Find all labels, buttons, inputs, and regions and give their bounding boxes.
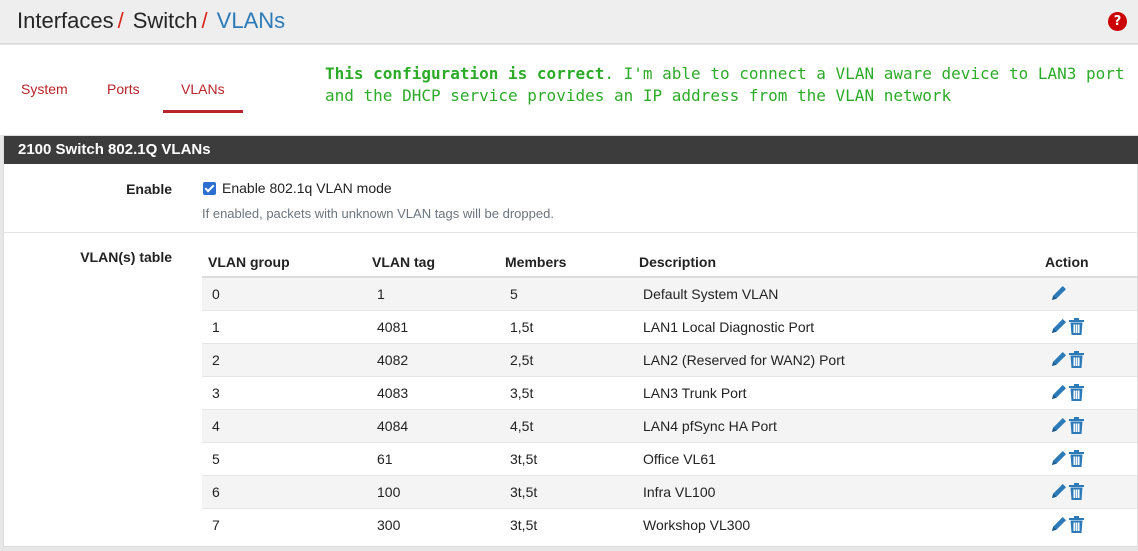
pencil-icon[interactable] (1050, 284, 1067, 303)
cell-description: LAN3 Trunk Port (643, 385, 747, 401)
table-row: 1 4081 1,5t LAN1 Local Diagnostic Port (202, 311, 1137, 344)
row-actions (1050, 416, 1085, 435)
cell-members: 4,5t (510, 418, 534, 434)
breadcrumb-separator: / (117, 8, 124, 33)
pencil-icon[interactable] (1050, 350, 1067, 369)
enable-vlan-checkbox[interactable] (203, 182, 216, 195)
tab-area: System Ports VLANs This configuration is… (0, 45, 1138, 135)
cell-vlan-tag: 4084 (377, 418, 409, 434)
cell-description: LAN2 (Reserved for WAN2) Port (643, 352, 845, 368)
header-description: Description (639, 254, 717, 270)
header-members: Members (505, 254, 567, 270)
table-header: VLAN group VLAN tag Members Description … (202, 243, 1137, 278)
row-actions (1050, 317, 1085, 336)
breadcrumb-switch[interactable]: Switch (133, 8, 198, 33)
header-vlan-tag: VLAN tag (372, 254, 435, 270)
row-actions (1050, 284, 1067, 303)
top-bar: Interfaces / Switch / VLANs ? (0, 0, 1138, 44)
breadcrumb-interfaces[interactable]: Interfaces (17, 8, 114, 33)
cell-description: Workshop VL300 (643, 517, 751, 533)
pencil-icon[interactable] (1050, 416, 1067, 435)
pencil-icon[interactable] (1050, 515, 1067, 534)
active-tab-indicator (163, 110, 243, 113)
vlan-table-label: VLAN(s) table (80, 249, 172, 265)
cell-members: 1,5t (510, 319, 534, 335)
trash-icon[interactable] (1068, 416, 1085, 435)
enable-vlan-checkbox-label[interactable]: Enable 802.1q VLAN mode (222, 180, 392, 196)
row-actions (1050, 449, 1085, 468)
tab-ports[interactable]: Ports (107, 81, 140, 97)
cell-vlan-tag: 4081 (377, 319, 409, 335)
cell-vlan-group: 3 (212, 385, 220, 401)
row-actions (1050, 515, 1085, 534)
trash-icon[interactable] (1068, 383, 1085, 402)
row-actions (1050, 383, 1085, 402)
vlan-panel: 2100 Switch 802.1Q VLANs Enable Enable 8… (3, 135, 1138, 547)
table-row: 3 4083 3,5t LAN3 Trunk Port (202, 377, 1137, 410)
cell-members: 5 (510, 286, 518, 302)
enable-vlan-hint: If enabled, packets with unknown VLAN ta… (202, 206, 554, 221)
pencil-icon[interactable] (1050, 482, 1067, 501)
cell-members: 3t,5t (510, 451, 538, 467)
table-row: 6 100 3t,5t Infra VL100 (202, 476, 1137, 509)
cell-vlan-group: 0 (212, 286, 220, 302)
trash-icon[interactable] (1068, 449, 1085, 468)
cell-vlan-group: 4 (212, 418, 220, 434)
enable-label: Enable (126, 181, 172, 197)
cell-members: 3,5t (510, 385, 534, 401)
cell-vlan-group: 2 (212, 352, 220, 368)
breadcrumb-vlans[interactable]: VLANs (217, 8, 285, 33)
cell-members: 2,5t (510, 352, 534, 368)
pencil-icon[interactable] (1050, 317, 1067, 336)
cell-vlan-tag: 61 (377, 451, 393, 467)
cell-vlan-tag: 4082 (377, 352, 409, 368)
panel-title: 2100 Switch 802.1Q VLANs (4, 136, 1138, 164)
cell-vlan-group: 1 (212, 319, 220, 335)
cell-vlan-tag: 1 (377, 286, 385, 302)
cell-members: 3t,5t (510, 484, 538, 500)
divider (4, 232, 1138, 233)
help-icon[interactable]: ? (1108, 12, 1127, 31)
cell-vlan-group: 6 (212, 484, 220, 500)
row-actions (1050, 350, 1085, 369)
cell-vlan-tag: 4083 (377, 385, 409, 401)
trash-icon[interactable] (1068, 350, 1085, 369)
cell-vlan-group: 5 (212, 451, 220, 467)
cell-vlan-tag: 100 (377, 484, 401, 500)
header-action: Action (1045, 254, 1089, 270)
table-row: 2 4082 2,5t LAN2 (Reserved for WAN2) Port (202, 344, 1137, 377)
tab-vlans[interactable]: VLANs (181, 81, 225, 97)
cell-description: Office VL61 (643, 451, 716, 467)
tab-system[interactable]: System (21, 81, 68, 97)
breadcrumb-separator: / (201, 8, 208, 33)
table-row: 0 1 5 Default System VLAN (202, 278, 1137, 311)
cell-members: 3t,5t (510, 517, 538, 533)
cell-description: LAN4 pfSync HA Port (643, 418, 777, 434)
cell-vlan-group: 7 (212, 517, 220, 533)
header-vlan-group: VLAN group (208, 254, 290, 270)
annotation-note: This configuration is correct. I'm able … (325, 63, 1125, 107)
pencil-icon[interactable] (1050, 449, 1067, 468)
row-actions (1050, 482, 1085, 501)
note-bold: This configuration is correct (325, 64, 605, 83)
cell-description: Infra VL100 (643, 484, 716, 500)
table-row: 4 4084 4,5t LAN4 pfSync HA Port (202, 410, 1137, 443)
cell-vlan-tag: 300 (377, 517, 401, 533)
table-row: 5 61 3t,5t Office VL61 (202, 443, 1137, 476)
trash-icon[interactable] (1068, 515, 1085, 534)
pencil-icon[interactable] (1050, 383, 1067, 402)
cell-description: LAN1 Local Diagnostic Port (643, 319, 815, 335)
breadcrumb: Interfaces / Switch / VLANs (17, 7, 285, 35)
table-body: 0 1 5 Default System VLAN 1 4081 1,5t LAN1 Loca… (202, 278, 1137, 542)
cell-description: Default System VLAN (643, 286, 779, 302)
table-row: 7 300 3t,5t Workshop VL300 (202, 509, 1137, 542)
vlan-table: VLAN group VLAN tag Members Description … (202, 243, 1137, 542)
trash-icon[interactable] (1068, 317, 1085, 336)
trash-icon[interactable] (1068, 482, 1085, 501)
